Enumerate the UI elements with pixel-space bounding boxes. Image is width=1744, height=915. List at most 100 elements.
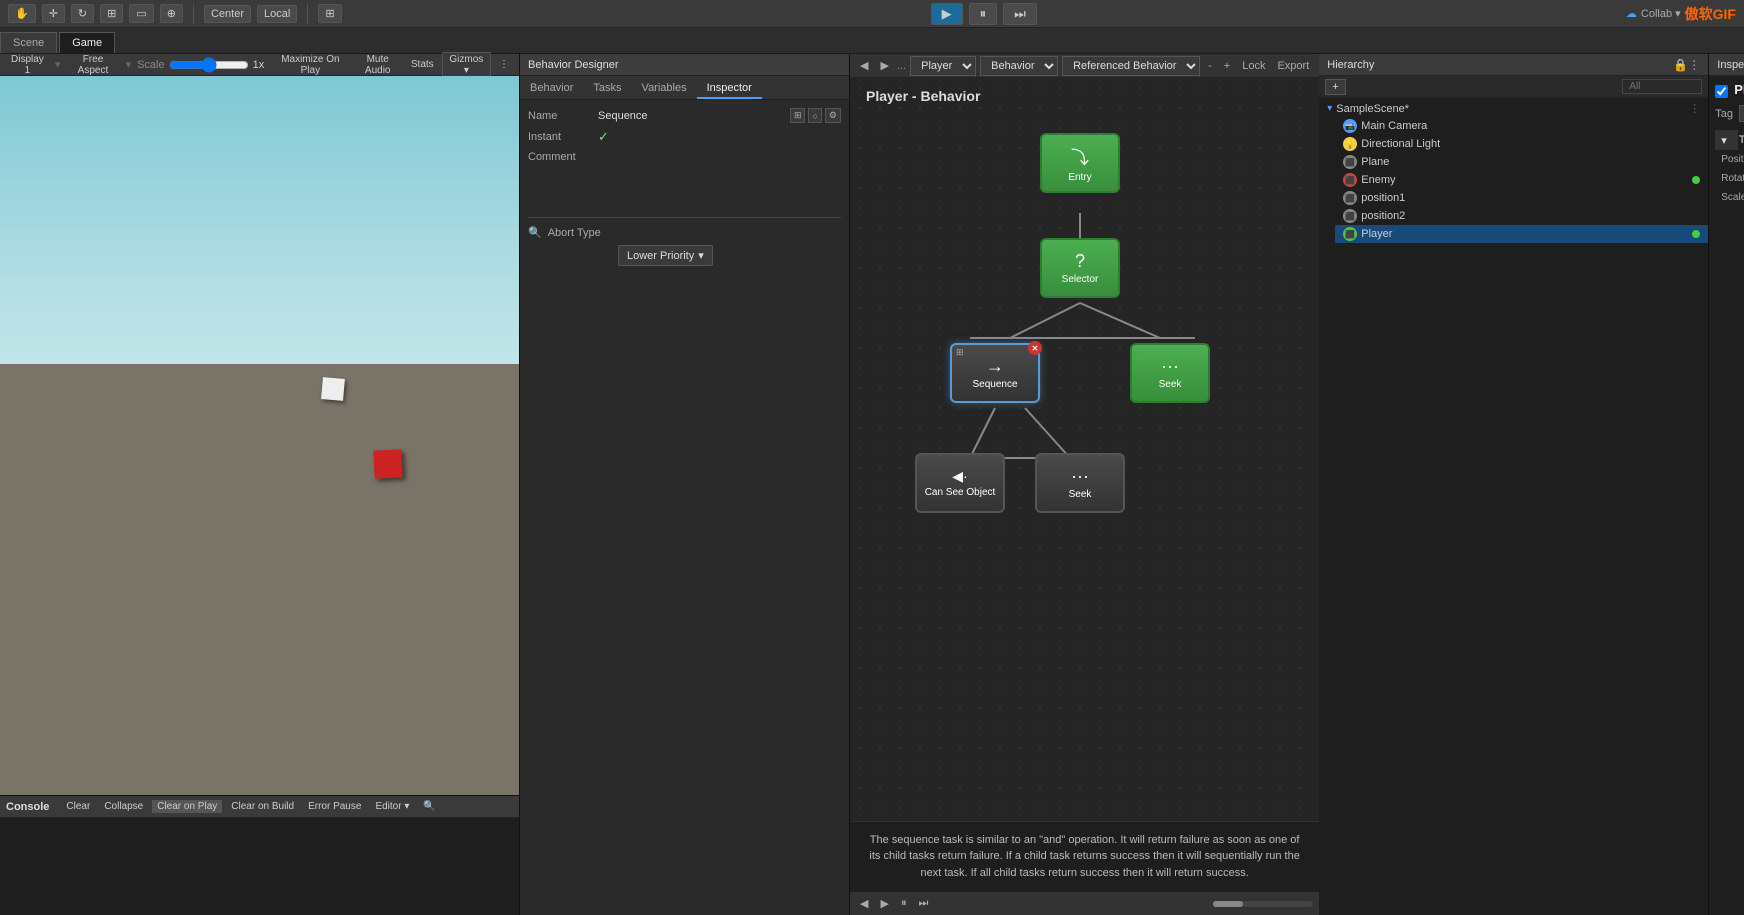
- hierarchy-enemy[interactable]: ⬛ Enemy: [1335, 171, 1708, 189]
- pivot-btn[interactable]: Center: [204, 5, 251, 23]
- console-title: Console: [6, 801, 49, 813]
- abort-dropdown[interactable]: Lower Priority ▾: [618, 245, 713, 266]
- display-btn[interactable]: Display 1: [6, 53, 49, 77]
- hierarchy-player[interactable]: ⬛ Player: [1335, 225, 1708, 243]
- dir-light-label: Directional Light: [1361, 138, 1440, 150]
- bd-tabs: Behavior Tasks Variables Inspector: [520, 76, 849, 100]
- bt-bottom-back[interactable]: ◀: [856, 895, 872, 912]
- seek2-icon: ···: [1071, 466, 1089, 487]
- bt-referenced-select[interactable]: Referenced Behavior: [1062, 56, 1200, 76]
- sep2: ▾: [126, 58, 132, 71]
- bt-bottom-step[interactable]: ⏭: [914, 895, 932, 912]
- stats-btn[interactable]: Stats: [407, 58, 438, 71]
- scale-tool-btn[interactable]: ⊞: [100, 4, 123, 23]
- console-panel: Console Clear Collapse Clear on Play Cle…: [0, 795, 519, 915]
- pos1-label: position1: [1361, 192, 1405, 204]
- move-tool-btn[interactable]: ✛: [42, 4, 65, 23]
- hierarchy-main-camera[interactable]: 📷 Main Camera: [1335, 117, 1708, 135]
- bt-export-btn[interactable]: Export: [1273, 58, 1313, 74]
- entry-label: Entry: [1068, 172, 1091, 183]
- scale-label: Scale: [1721, 192, 1744, 203]
- hierarchy-more-icon[interactable]: ⋮: [1688, 58, 1700, 72]
- rotate-tool-btn[interactable]: ↻: [71, 4, 94, 23]
- bt-node-cansee[interactable]: ◀· Can See Object: [915, 453, 1005, 513]
- error-pause-btn[interactable]: Error Pause: [303, 800, 366, 813]
- seq-corner-icon: ⊞: [956, 347, 964, 358]
- space-btn[interactable]: Local: [257, 5, 297, 23]
- aspect-btn[interactable]: Free Aspect: [66, 53, 119, 77]
- bt-node-seek2[interactable]: ··· Seek: [1035, 453, 1125, 513]
- console-content: [0, 818, 519, 915]
- bd-comment-field: Comment: [528, 151, 841, 163]
- bd-inspector-content: Name Sequence ⊞ ○ ⚙ Instant ✓ Comment 🔍 …: [520, 100, 849, 915]
- bt-nav-back[interactable]: ◀: [856, 57, 872, 74]
- seek1-label: Seek: [1159, 379, 1182, 390]
- hierarchy-position2[interactable]: ⬛ position2: [1335, 207, 1708, 225]
- rect-tool-btn[interactable]: ▭: [129, 4, 153, 23]
- hierarchy-plane[interactable]: ⬛ Plane: [1335, 153, 1708, 171]
- bt-nav-forward[interactable]: ▶: [876, 57, 892, 74]
- scale-slider[interactable]: [169, 57, 249, 73]
- bd-name-settings-btn[interactable]: ○: [808, 108, 821, 123]
- sequence-error: ✕: [1028, 341, 1042, 355]
- bt-scrollbar[interactable]: [1213, 901, 1313, 907]
- pos1-icon: ⬛: [1343, 191, 1357, 205]
- console-toolbar: Console Clear Collapse Clear on Play Cle…: [0, 796, 519, 818]
- transform-tool-btn[interactable]: ⊕: [160, 4, 183, 23]
- clear-on-build-btn[interactable]: Clear on Build: [226, 800, 299, 813]
- tab-game[interactable]: Game: [59, 32, 115, 53]
- ground: [0, 364, 519, 795]
- position-field: Position X Y: [1715, 150, 1738, 169]
- bt-node-selector[interactable]: ? Selector: [1040, 238, 1120, 298]
- hierarchy-scene[interactable]: ▾ SampleScene* ⋮: [1319, 100, 1708, 117]
- clear-on-play-btn[interactable]: Clear on Play: [152, 800, 222, 813]
- bt-plus-btn[interactable]: +: [1220, 58, 1234, 74]
- gizmos-btn[interactable]: Gizmos ▾: [442, 52, 491, 78]
- tab-scene[interactable]: Scene: [0, 32, 57, 53]
- hand-tool-btn[interactable]: ✋: [8, 4, 36, 23]
- hierarchy-lock-icon[interactable]: 🔒: [1673, 58, 1688, 72]
- hierarchy-position1[interactable]: ⬛ position1: [1335, 189, 1708, 207]
- bt-bottom-play[interactable]: ▶: [876, 895, 892, 912]
- bd-comment-label: Comment: [528, 151, 598, 163]
- main-camera-label: Main Camera: [1361, 120, 1427, 132]
- collapse-btn[interactable]: Collapse: [99, 800, 148, 813]
- hierarchy-dir-light[interactable]: 💡 Directional Light: [1335, 135, 1708, 153]
- editor-btn[interactable]: Editor ▾: [370, 800, 414, 813]
- console-search-btn[interactable]: 🔍: [418, 800, 440, 813]
- bt-node-sequence[interactable]: ⊞ → Sequence ✕: [950, 343, 1040, 403]
- clear-btn[interactable]: Clear: [61, 800, 95, 813]
- search-icon: 🔍: [528, 226, 542, 239]
- transform-header[interactable]: ▾ Transform: [1715, 130, 1738, 150]
- bt-behavior-select[interactable]: Behavior: [980, 56, 1058, 76]
- tag-dropdown[interactable]: Untagged: [1739, 105, 1744, 122]
- bd-tab-inspector[interactable]: Inspector: [697, 79, 762, 99]
- pause-btn[interactable]: ⏸: [969, 3, 998, 25]
- step-btn[interactable]: ⏭: [1003, 3, 1037, 25]
- scale-label: Scale: [137, 59, 165, 71]
- bd-name-gear-btn[interactable]: ⚙: [825, 108, 841, 123]
- bt-node-seek1[interactable]: ··· Seek: [1130, 343, 1210, 403]
- mute-btn[interactable]: Mute Audio: [353, 53, 403, 77]
- bd-tab-variables[interactable]: Variables: [632, 79, 697, 99]
- bt-lock-btn[interactable]: Lock: [1238, 58, 1269, 74]
- player-active-check[interactable]: [1715, 85, 1728, 98]
- bt-minus-btn[interactable]: -: [1204, 58, 1216, 74]
- bt-bottom-pause[interactable]: ⏸: [897, 895, 911, 912]
- hierarchy-title: Hierarchy: [1327, 59, 1374, 71]
- bt-canvas[interactable]: Player - Behavior ⤵ E: [850, 78, 1319, 821]
- bd-tab-behavior[interactable]: Behavior: [520, 79, 583, 99]
- bt-player-select[interactable]: Player: [910, 56, 976, 76]
- more-btn[interactable]: ⋮: [495, 58, 513, 71]
- inspector-content: Player Tag Untagged Layer Default ▾ Tran…: [1709, 76, 1744, 915]
- bd-name-copy-btn[interactable]: ⊞: [790, 108, 806, 123]
- bt-node-entry[interactable]: ⤵ Entry: [1040, 133, 1120, 193]
- rotation-label: Rotation: [1721, 173, 1744, 184]
- play-btn[interactable]: ▶: [931, 3, 963, 25]
- hierarchy-add-btn[interactable]: +: [1325, 79, 1345, 95]
- collab-btn[interactable]: Collab ▾: [1641, 7, 1681, 20]
- grid-btn[interactable]: ⊞: [318, 4, 341, 23]
- hierarchy-search[interactable]: [1622, 79, 1702, 94]
- bd-tab-tasks[interactable]: Tasks: [583, 79, 631, 99]
- maximize-btn[interactable]: Maximize On Play: [272, 53, 348, 77]
